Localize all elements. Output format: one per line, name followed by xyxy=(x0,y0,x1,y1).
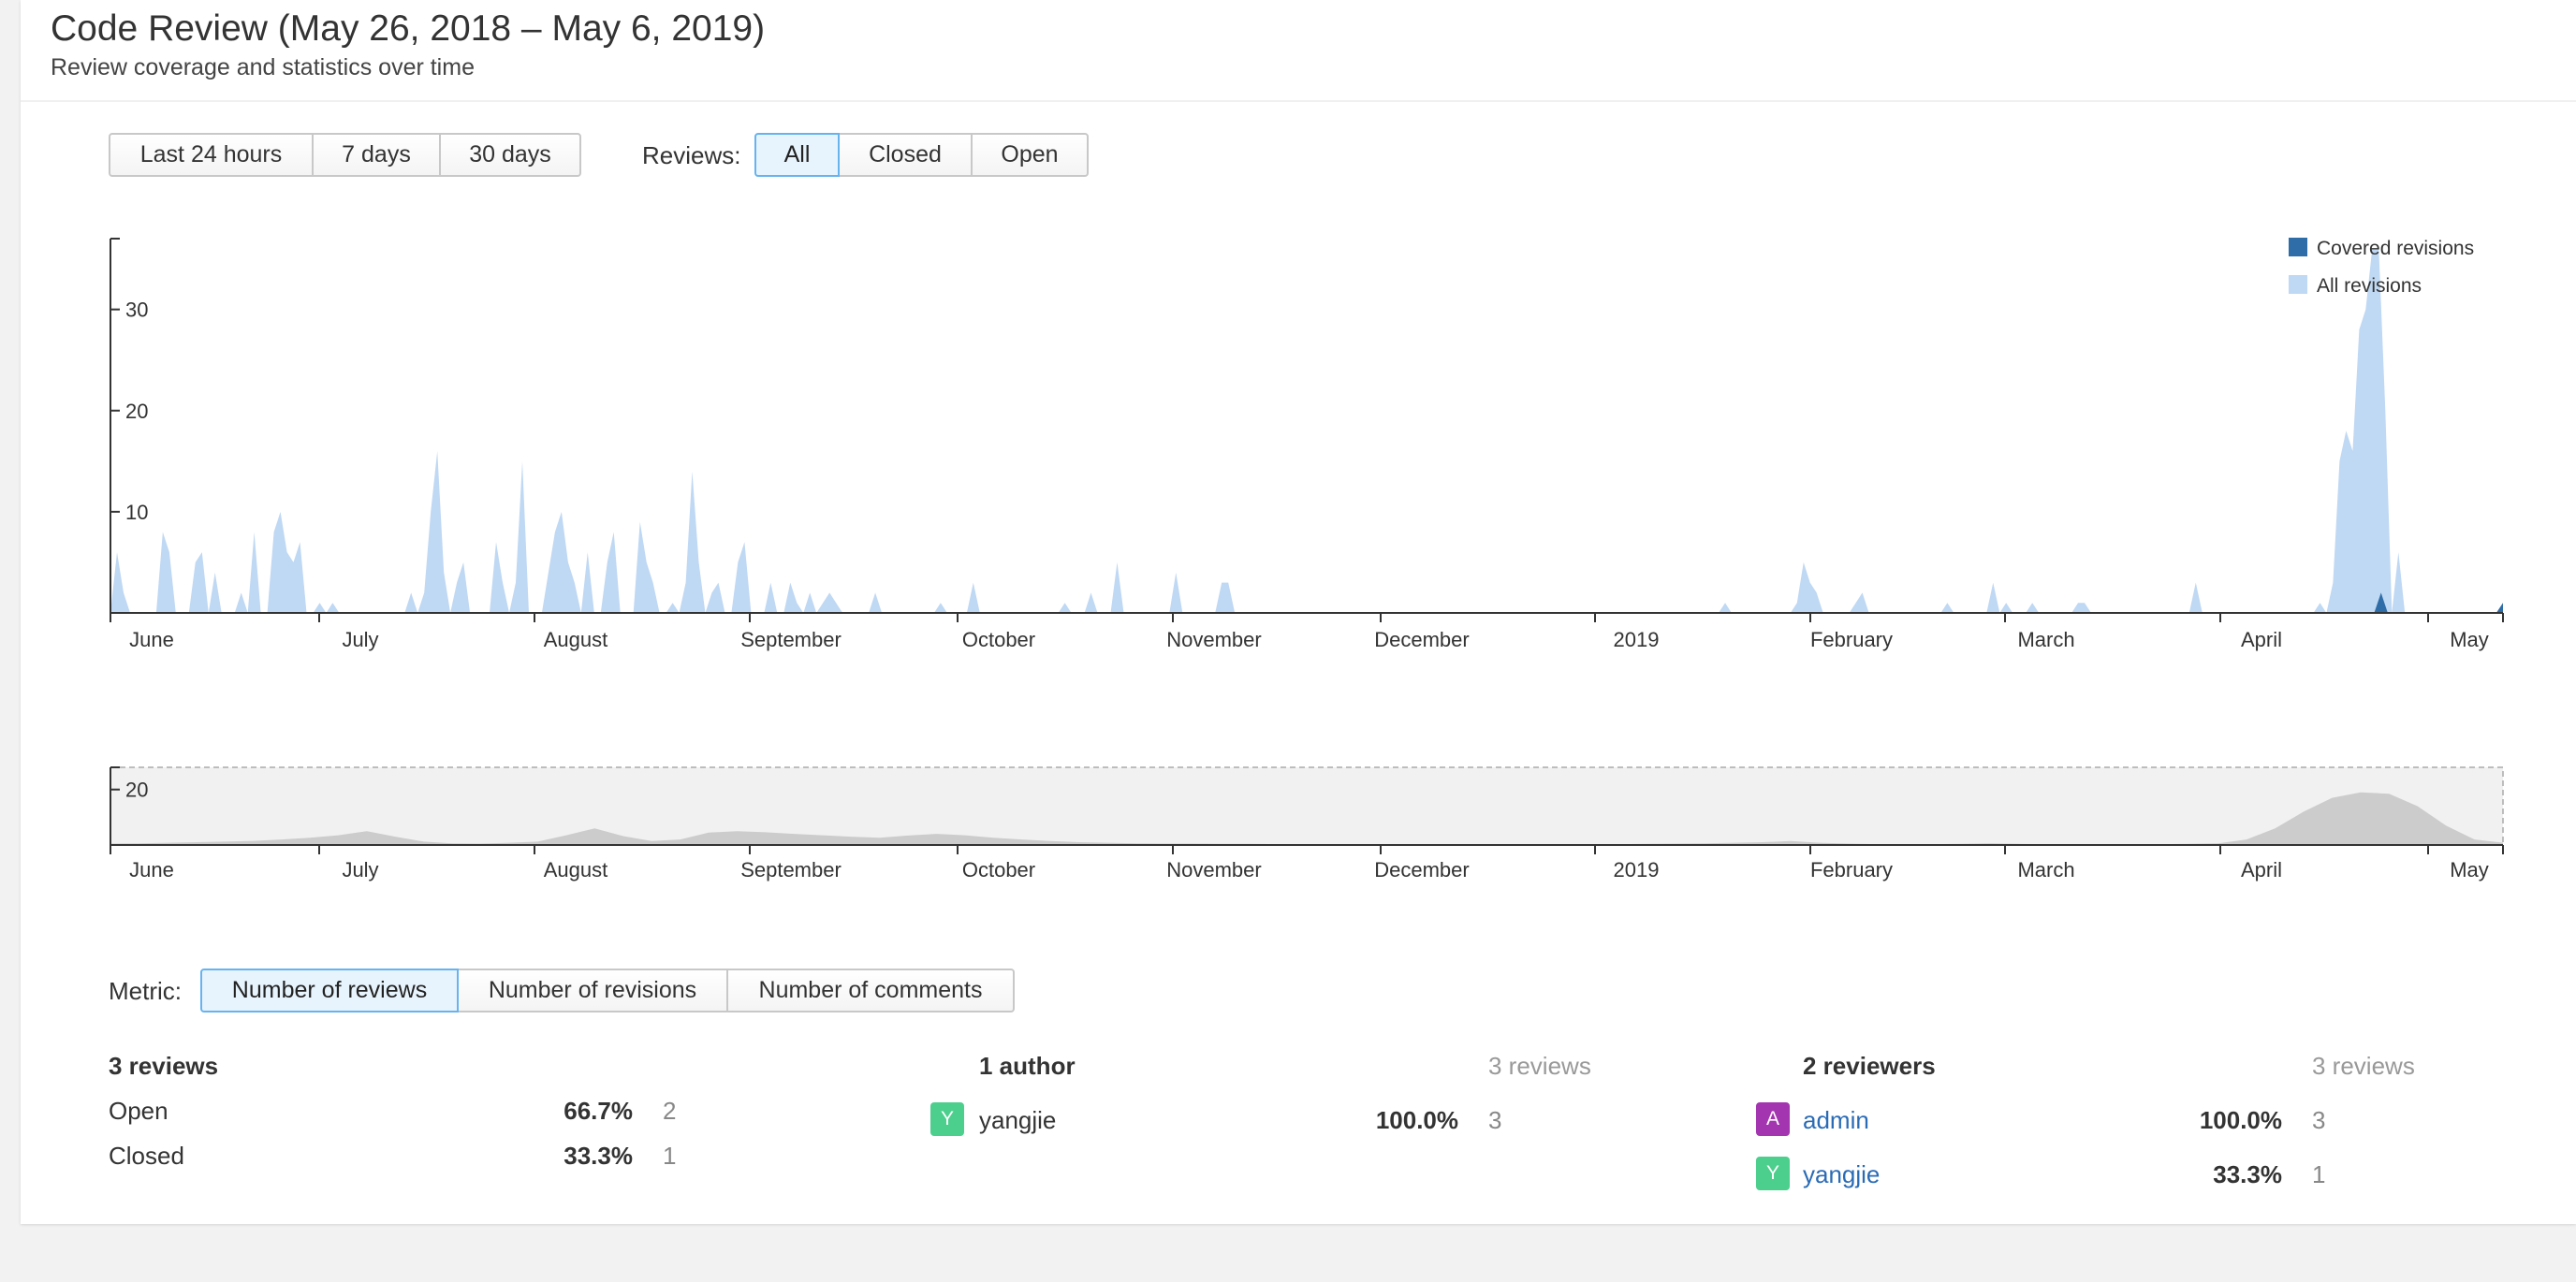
x-tick-label: November xyxy=(1166,858,1261,881)
x-tick-label: May xyxy=(2450,628,2489,651)
author-count: 3 xyxy=(1488,1106,1502,1134)
reviewer-link-yangjie[interactable]: yangjie xyxy=(1803,1160,1880,1189)
x-tick-label: June xyxy=(129,628,174,651)
timeline-overview-chart[interactable]: 20 June July August September October November… xyxy=(0,749,2576,898)
x-tick-label: December xyxy=(1374,858,1469,881)
closed-count: 1 xyxy=(663,1142,677,1170)
reviews-filter-group: All Closed Open xyxy=(754,133,1089,177)
author-pct: 100.0% xyxy=(1375,1106,1458,1134)
x-tick-label: February xyxy=(1810,628,1893,651)
x-tick-label: November xyxy=(1166,628,1261,651)
range-24h-button[interactable]: Last 24 hours xyxy=(109,133,314,177)
metric-revisions-button[interactable]: Number of revisions xyxy=(457,969,728,1012)
metric-label: Metric: xyxy=(109,977,182,1005)
open-label: Open xyxy=(109,1097,168,1125)
header-divider xyxy=(21,100,2576,102)
legend-label: Covered revisions xyxy=(2317,238,2474,259)
open-count: 2 xyxy=(663,1097,677,1125)
page-subtitle: Review coverage and statistics over time xyxy=(51,54,475,80)
reviews-filter-label: Reviews: xyxy=(642,141,741,169)
y-tick-label: 30 xyxy=(125,299,148,322)
brush-window xyxy=(110,766,2504,846)
closed-label: Closed xyxy=(109,1142,184,1170)
reviews-open-button[interactable]: Open xyxy=(971,133,1089,177)
y-tick-label: 20 xyxy=(125,779,148,802)
metric-group: Number of reviews Number of revisions Nu… xyxy=(200,969,1015,1012)
x-tick-label: August xyxy=(544,628,608,651)
reviewers-total: 2 reviewers xyxy=(1803,1052,1936,1080)
avatar: Y xyxy=(930,1102,964,1136)
x-tick-label: September xyxy=(740,628,842,651)
reviewer-count: 1 xyxy=(2312,1160,2326,1188)
y-tick-label: 20 xyxy=(125,400,148,423)
closed-pct: 33.3% xyxy=(564,1142,633,1170)
metric-reviews-button[interactable]: Number of reviews xyxy=(200,969,459,1012)
time-range-group: Last 24 hours 7 days 30 days xyxy=(109,133,581,177)
avatar: Y xyxy=(1756,1157,1790,1190)
reviews-closed-button[interactable]: Closed xyxy=(838,133,973,177)
x-tick-label: 2019 xyxy=(1614,628,1660,651)
all-revisions-area xyxy=(110,248,2503,613)
reviews-all-button[interactable]: All xyxy=(754,133,840,177)
authors-total: 1 author xyxy=(979,1052,1076,1080)
x-tick-label: March xyxy=(2017,628,2074,651)
reviewer-link-admin[interactable]: admin xyxy=(1803,1106,1869,1135)
x-tick-label: May xyxy=(2450,858,2489,881)
x-tick-label: October xyxy=(962,628,1035,651)
legend-swatch xyxy=(2289,238,2307,256)
x-tick-label: December xyxy=(1374,628,1469,651)
author-name: yangjie xyxy=(979,1106,1057,1134)
page-header: Code Review (May 26, 2018 – May 6, 2019)… xyxy=(51,0,765,81)
x-tick-label: September xyxy=(740,858,842,881)
range-30d-button[interactable]: 30 days xyxy=(439,133,581,177)
open-pct: 66.7% xyxy=(564,1097,633,1125)
legend-swatch xyxy=(2289,275,2307,294)
page-title: Code Review (May 26, 2018 – May 6, 2019) xyxy=(51,8,766,49)
revisions-area-chart: 10 20 30 June July August September October Nove… xyxy=(110,238,2504,651)
x-tick-label: October xyxy=(962,858,1035,881)
range-7d-button[interactable]: 7 days xyxy=(312,133,441,177)
x-tick-label: July xyxy=(342,628,378,651)
x-tick-label: July xyxy=(342,858,378,881)
x-tick-label: 2019 xyxy=(1614,858,1660,881)
x-tick-label: June xyxy=(129,858,174,881)
authors-review-total: 3 reviews xyxy=(1488,1052,1591,1080)
x-tick-label: August xyxy=(544,858,608,881)
x-tick-label: April xyxy=(2241,628,2282,651)
reviews-total: 3 reviews xyxy=(109,1052,219,1080)
metric-comments-button[interactable]: Number of comments xyxy=(726,969,1015,1012)
y-tick-label: 10 xyxy=(125,501,148,524)
x-tick-label: March xyxy=(2017,858,2074,881)
avatar: A xyxy=(1756,1102,1790,1136)
x-tick-label: April xyxy=(2241,858,2282,881)
reviewer-pct: 33.3% xyxy=(2213,1160,2282,1188)
reviewer-count: 3 xyxy=(2312,1106,2326,1134)
x-tick-label: February xyxy=(1810,858,1893,881)
legend-label: All revisions xyxy=(2317,275,2422,297)
reviewers-review-total: 3 reviews xyxy=(2312,1052,2415,1080)
reviewer-pct: 100.0% xyxy=(2199,1106,2282,1134)
